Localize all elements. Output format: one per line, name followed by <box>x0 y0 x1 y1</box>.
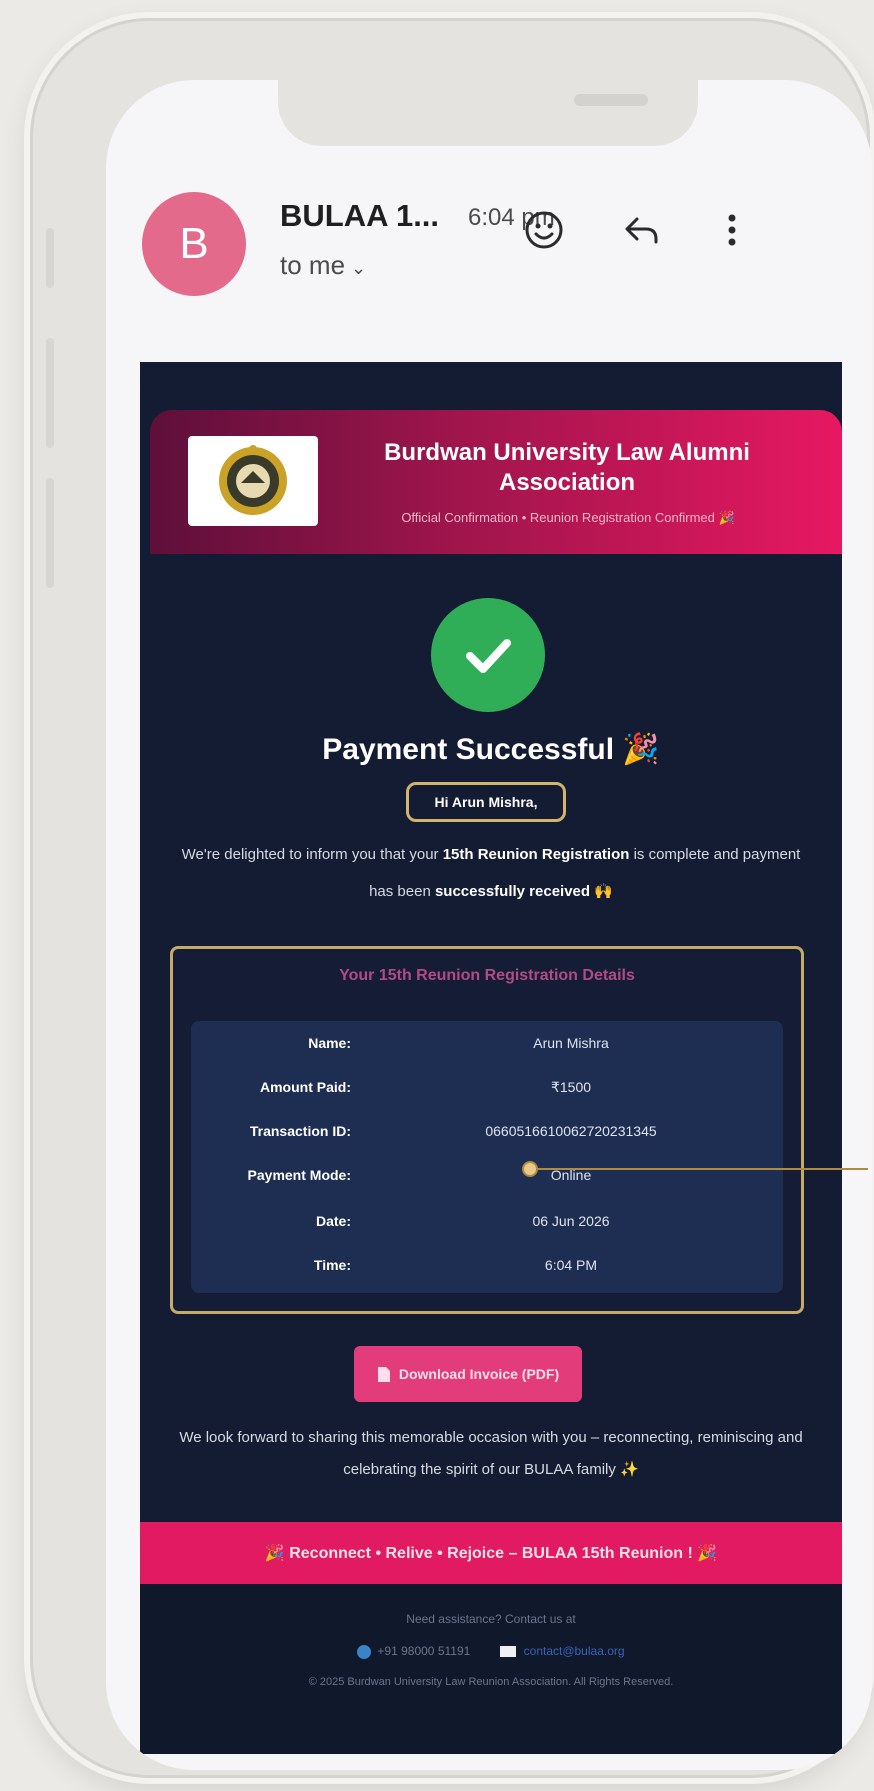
detail-row: Time: 6:04 PM <box>191 1257 783 1281</box>
contact-email[interactable]: contact@bulaa.org <box>524 1644 625 1658</box>
intro-suffix: 🙌 <box>590 883 613 900</box>
detail-row: Transaction ID: 0660516610062720231345 <box>191 1123 783 1147</box>
greeting-badge: Hi Arun Mishra, <box>406 782 566 822</box>
payment-status-title: Payment Successful 🎉 <box>322 733 660 766</box>
reply-icon[interactable] <box>616 204 668 256</box>
detail-row: Payment Mode: Online <box>191 1167 783 1191</box>
email-banner: Burdwan University Law Alumni Associatio… <box>150 410 842 554</box>
check-icon <box>431 598 545 712</box>
phone-screen: B BULAA 1... 6:04 pm to me ⌄ Burdwan Uni… <box>106 80 872 1770</box>
detail-label: Date: <box>315 1213 351 1229</box>
recipient-toggle[interactable]: to me ⌄ <box>280 250 366 281</box>
email-body: Burdwan University Law Alumni Associatio… <box>140 362 842 1754</box>
phone-side-button <box>46 478 54 588</box>
detail-row: Name: Arun Mishra <box>191 1035 783 1059</box>
chevron-down-icon: ⌄ <box>351 258 367 278</box>
closing-text: We look forward to sharing this memorabl… <box>179 1429 803 1478</box>
details-table: Name: Arun Mishra Amount Paid: ₹1500 Trans… <box>191 1021 783 1293</box>
help-text: Need assistance? Contact us at <box>406 1612 576 1626</box>
detail-value: Arun Mishra <box>533 1035 609 1051</box>
detail-value: 6:04 PM <box>544 1257 598 1273</box>
intro-prefix: We're delighted to inform you that your <box>181 846 443 863</box>
phone-side-button <box>46 338 54 448</box>
org-name: Burdwan University Law Alumni Associatio… <box>384 439 750 496</box>
callout-dot <box>522 1161 538 1177</box>
download-invoice-label: Download Invoice (PDF) <box>398 1366 560 1382</box>
emoji-icon[interactable] <box>518 204 570 256</box>
sender-name[interactable]: BULAA 1... <box>280 198 439 234</box>
mail-header: B BULAA 1... 6:04 pm to me ⌄ <box>106 80 872 320</box>
detail-value: 06 Jun 2026 <box>532 1213 610 1229</box>
contact-line: +91 98000 51191 contact@bulaa.org <box>140 1644 842 1659</box>
detail-row: Amount Paid: ₹1500 <box>191 1079 783 1103</box>
download-invoice-button[interactable]: Download Invoice (PDF) <box>354 1346 582 1402</box>
detail-value: ₹1500 <box>550 1079 592 1095</box>
mail-icon <box>499 1646 516 1658</box>
detail-label: Transaction ID: <box>249 1123 351 1139</box>
email-footer: Need assistance? Contact us at +91 98000… <box>140 1584 842 1754</box>
tagline-bar: 🎉 Reconnect • Relive • Rejoice – BULAA 1… <box>140 1522 842 1584</box>
contact-phone[interactable]: +91 98000 51191 <box>377 1644 470 1658</box>
details-title: Your 15th Reunion Registration Details <box>339 967 635 984</box>
detail-row: Date: 06 Jun 2026 <box>191 1213 783 1237</box>
intro-highlight: successfully received <box>434 883 591 900</box>
phone-frame: B BULAA 1... 6:04 pm to me ⌄ Burdwan Uni… <box>30 18 872 1778</box>
intro-text: We're delighted to inform you that your … <box>170 836 812 910</box>
intro-highlight: 15th Reunion Registration <box>442 846 630 863</box>
detail-label: Amount Paid: <box>260 1079 351 1095</box>
phone-icon <box>357 1644 372 1659</box>
detail-label: Time: <box>313 1257 351 1273</box>
registration-details-card: Your 15th Reunion Registration Details N… <box>170 946 804 1314</box>
more-vert-icon[interactable] <box>706 204 758 256</box>
detail-label: Payment Mode: <box>247 1167 351 1183</box>
association-logo <box>188 436 318 526</box>
copyright-text: © 2025 Burdwan University Law Reunion As… <box>308 1676 674 1688</box>
detail-label: Name: <box>308 1035 351 1051</box>
callout-line <box>532 1168 868 1170</box>
phone-side-button <box>46 228 54 288</box>
document-icon <box>377 1366 390 1382</box>
avatar[interactable]: B <box>142 192 246 296</box>
detail-value[interactable]: 0660516610062720231345 <box>441 1123 701 1139</box>
banner-subtitle: Official Confirmation • Reunion Registra… <box>401 510 735 525</box>
recipient-label: to me <box>280 250 346 280</box>
